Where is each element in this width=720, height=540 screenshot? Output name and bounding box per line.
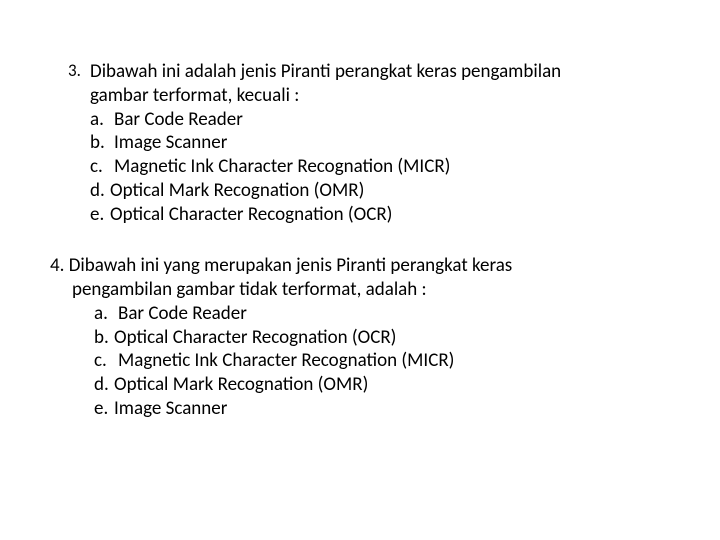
question-number: 3. [68,60,90,81]
option-letter: b. [94,326,114,350]
option-letter: e. [94,397,114,421]
question-header: 3. Dibawah ini adalah jenis Piranti pera… [68,60,670,226]
option-b: b. Image Scanner [90,131,670,155]
question-text-line1: Dibawah ini yang merupakan jenis Piranti… [69,254,513,277]
options-list: a. Bar Code Reader b. Image Scanner c. M… [90,108,670,227]
option-text: Image Scanner [114,131,670,155]
question-text-line1: Dibawah ini adalah jenis Piranti perangk… [90,60,561,83]
options-list: a. Bar Code Reader b. Optical Character … [50,302,670,421]
question-3: 3. Dibawah ini adalah jenis Piranti pera… [68,60,670,226]
option-text: Optical Mark Recognation (OMR) [110,179,670,203]
option-letter: c. [94,349,118,373]
question-body: 4. Dibawah ini yang merupakan jenis Pira… [50,254,670,420]
option-b: b. Optical Character Recognation (OCR) [94,326,670,350]
option-letter: a. [94,302,118,326]
option-letter: d. [94,373,114,397]
option-d: d. Optical Mark Recognation (OMR) [94,373,670,397]
option-e: e. Optical Character Recognation (OCR) [90,203,670,227]
option-a: a. Bar Code Reader [90,108,670,132]
option-text: Bar Code Reader [114,108,670,132]
option-letter: b. [90,131,114,155]
option-c: c. Magnetic Ink Character Recognation (M… [94,349,670,373]
option-letter: d. [90,179,110,203]
question-4: 4. Dibawah ini yang merupakan jenis Pira… [50,254,670,420]
option-letter: e. [90,203,110,227]
option-text: Optical Character Recognation (OCR) [114,326,670,350]
question-text-line2: gambar terformat, kecuali : [90,84,299,107]
option-letter: a. [90,108,114,132]
option-e: e. Image Scanner [94,397,670,421]
question-number: 4. [50,254,64,277]
option-text: Image Scanner [114,397,670,421]
option-text: Optical Character Recognation (OCR) [110,203,670,227]
option-text: Magnetic Ink Character Recognation (MICR… [114,155,670,179]
option-a: a. Bar Code Reader [94,302,670,326]
option-text: Optical Mark Recognation (OMR) [114,373,670,397]
option-c: c. Magnetic Ink Character Recognation (M… [90,155,670,179]
option-text: Bar Code Reader [118,302,670,326]
question-text-line2: pengambilan gambar tidak terformat, adal… [50,278,427,302]
option-letter: c. [90,155,114,179]
option-d: d. Optical Mark Recognation (OMR) [90,179,670,203]
question-text: Dibawah ini adalah jenis Piranti perangk… [90,60,670,226]
question-header: 4. Dibawah ini yang merupakan jenis Pira… [50,254,670,420]
document-content: 3. Dibawah ini adalah jenis Piranti pera… [0,0,720,421]
option-text: Magnetic Ink Character Recognation (MICR… [118,349,670,373]
